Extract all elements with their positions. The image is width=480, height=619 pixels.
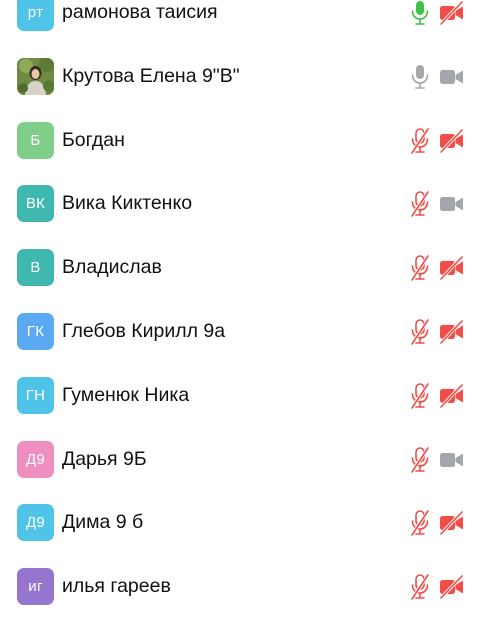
participant-row[interactable]: Б Богдан [0, 109, 480, 173]
video-camera-off-icon[interactable] [439, 319, 464, 345]
participant-name: Глебов Кирилл 9а [62, 319, 226, 342]
participant-row[interactable]: ГК Глебов Кирилл 9а [0, 300, 480, 364]
avatar: Д9 [17, 504, 54, 542]
avatar-initials: ГН [25, 386, 46, 404]
participant-row[interactable]: Д9 Дима 9 б [0, 491, 480, 555]
video-camera-off-icon[interactable] [439, 128, 464, 153]
video-camera-icon[interactable] [439, 65, 464, 89]
participant-name: Гуменюк Ника [62, 383, 190, 406]
avatar: В [17, 249, 54, 287]
video-camera-off-icon[interactable] [439, 256, 464, 281]
participant-row[interactable]: ГН Гуменюк Ника [0, 364, 480, 428]
microphone-muted-icon[interactable] [409, 446, 431, 473]
microphone-muted-icon[interactable] [409, 382, 431, 409]
participant-name: Владислав [62, 256, 162, 279]
avatar: ГН [17, 376, 54, 414]
microphone-icon[interactable] [409, 0, 431, 26]
avatar [17, 57, 54, 95]
participant-name: рамонова таисия [62, 1, 218, 23]
avatar: ГК [17, 312, 54, 350]
video-camera-off-icon[interactable] [439, 574, 464, 600]
microphone-muted-icon[interactable] [409, 510, 431, 537]
avatar-initials: Д9 [25, 514, 46, 532]
participant-name: Дима 9 б [62, 511, 144, 534]
avatar-initials: В [30, 259, 41, 277]
participants-list: рт рамонова таисия Крутова Елена 9"В" Б [0, 0, 480, 619]
avatar: Д9 [17, 440, 54, 478]
participant-row[interactable]: Д9 Дарья 9Б [0, 428, 480, 492]
video-camera-icon[interactable] [439, 192, 464, 216]
avatar-initials: ГК [26, 322, 45, 340]
microphone-icon[interactable] [409, 64, 431, 90]
microphone-muted-icon[interactable] [409, 255, 431, 282]
avatar-initials: ВК [25, 195, 46, 213]
avatar: ВК [17, 185, 54, 223]
video-camera-off-icon[interactable] [439, 511, 464, 536]
participant-row[interactable]: рт рамонова таисия [0, 0, 480, 45]
video-camera-icon[interactable] [439, 448, 464, 472]
microphone-muted-icon[interactable] [409, 574, 431, 601]
participant-name: Дарья 9Б [62, 447, 147, 470]
microphone-muted-icon[interactable] [409, 127, 431, 154]
microphone-muted-icon[interactable] [409, 319, 431, 345]
participant-name: Вика Киктенко [62, 192, 193, 215]
participant-row[interactable]: В Владислав [0, 236, 480, 300]
avatar-initials: Б [30, 131, 41, 149]
participant-name: Богдан [62, 128, 125, 151]
avatar-initials: рт [27, 4, 44, 21]
video-camera-off-icon[interactable] [439, 0, 464, 26]
avatar: рт [17, 0, 54, 31]
avatar-initials: Д9 [25, 450, 46, 468]
participant-name: илья гареев [62, 575, 171, 598]
video-camera-off-icon[interactable] [439, 383, 464, 408]
avatar: Б [17, 121, 54, 159]
participant-row[interactable]: иг илья гареев [0, 555, 480, 619]
participant-row[interactable]: Крутова Елена 9"В" [0, 45, 480, 109]
participant-row[interactable]: ВК Вика Киктенко [0, 172, 480, 236]
microphone-muted-icon[interactable] [409, 191, 431, 218]
participant-name: Крутова Елена 9"В" [62, 64, 240, 87]
avatar-initials: иг [28, 578, 43, 596]
